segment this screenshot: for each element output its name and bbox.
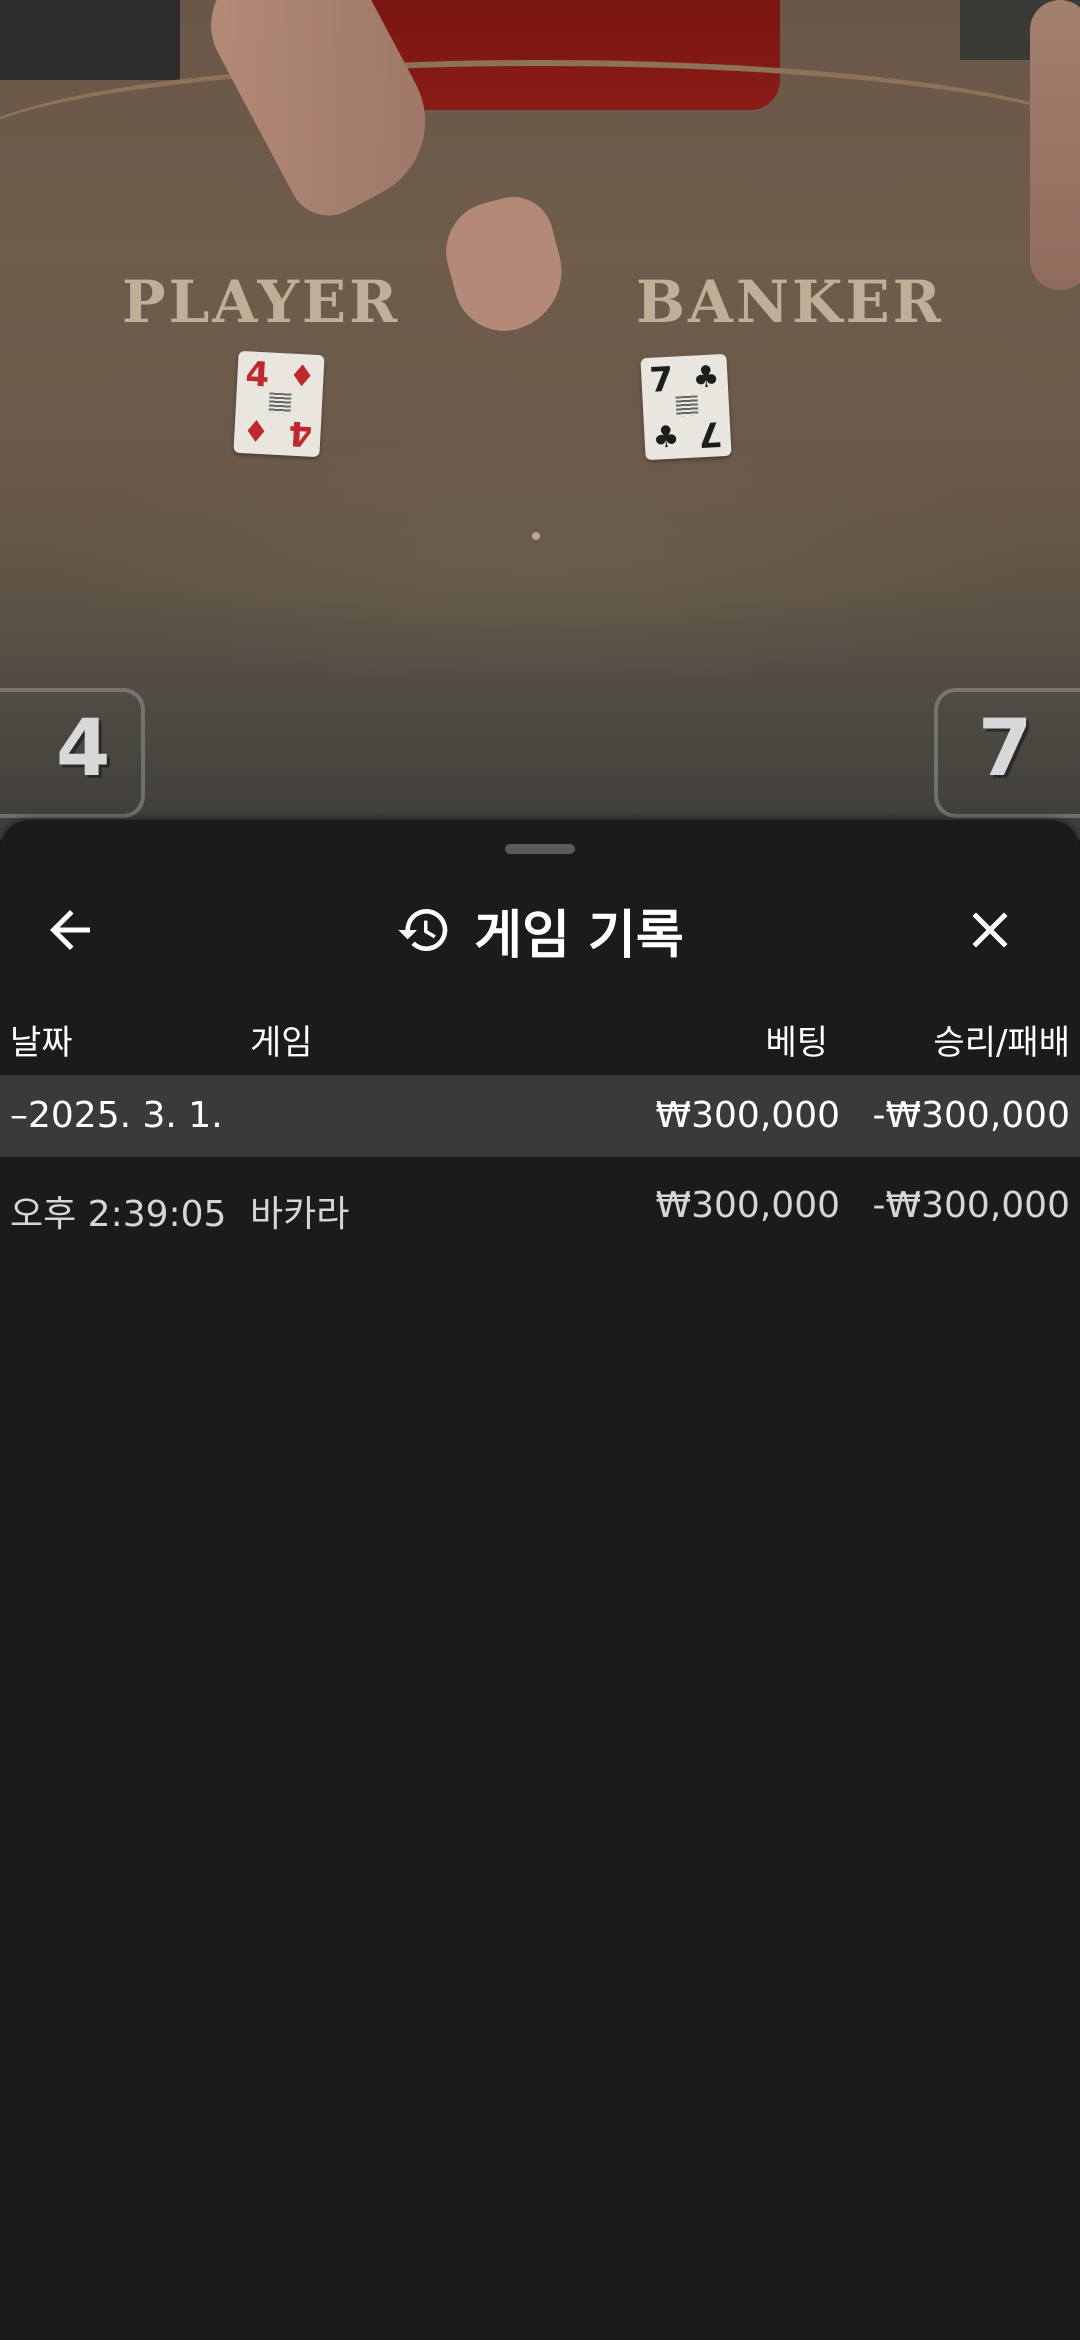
history-icon	[398, 909, 448, 951]
row-game: 바카라	[250, 1194, 350, 1235]
close-button[interactable]	[960, 900, 1040, 960]
live-game-video: PLAYER BANKER 4 ♦ ♦ 4 7 ♣ ♣ 7 4 7	[0, 0, 1080, 840]
game-history-sheet: 게임 기록 날짜 게임 베팅 승리/패배 –2025. 3. 1. ₩300,0…	[0, 820, 1080, 2340]
column-bet: 베팅	[765, 1023, 828, 1063]
banker-score: 7	[978, 704, 1033, 794]
close-icon	[972, 912, 1008, 948]
dealer-arm-right	[1030, 0, 1080, 290]
banker-area-label: BANKER	[636, 268, 944, 336]
back-arrow-icon	[50, 910, 90, 950]
banker-card: 7 ♣ ♣ 7	[640, 353, 732, 461]
back-button[interactable]	[40, 900, 120, 960]
column-date: 날짜	[10, 1023, 73, 1063]
player-card: 4 ♦ ♦ 4	[233, 350, 325, 458]
group-win-loss-total: -₩300,000	[872, 1095, 1070, 1136]
history-row[interactable]: 오후 2:39:05 바카라 ₩300,000 -₩300,000	[0, 1165, 1080, 1247]
group-date: –2025. 3. 1.	[10, 1095, 223, 1136]
screen: PLAYER BANKER 4 ♦ ♦ 4 7 ♣ ♣ 7 4 7 게임 기록 …	[0, 0, 1080, 2340]
dealer-hand	[435, 187, 575, 343]
player-score: 4	[56, 704, 111, 794]
history-table-header: 날짜 게임 베팅 승리/패배	[0, 1005, 1080, 1075]
sheet-title: 게임 기록	[474, 905, 684, 966]
sheet-drag-handle[interactable]	[505, 844, 575, 854]
row-win-loss: -₩300,000	[872, 1185, 1070, 1226]
group-bet-total: ₩300,000	[655, 1095, 840, 1136]
date-group-row[interactable]: –2025. 3. 1. ₩300,000 -₩300,000	[0, 1075, 1080, 1157]
row-time: 오후 2:39:05	[10, 1194, 227, 1235]
player-area-label: PLAYER	[122, 268, 401, 336]
column-game: 게임	[250, 1023, 313, 1063]
sheet-header: 게임 기록	[0, 870, 1080, 990]
column-win-loss: 승리/패배	[933, 1023, 1070, 1063]
row-bet: ₩300,000	[655, 1185, 840, 1226]
